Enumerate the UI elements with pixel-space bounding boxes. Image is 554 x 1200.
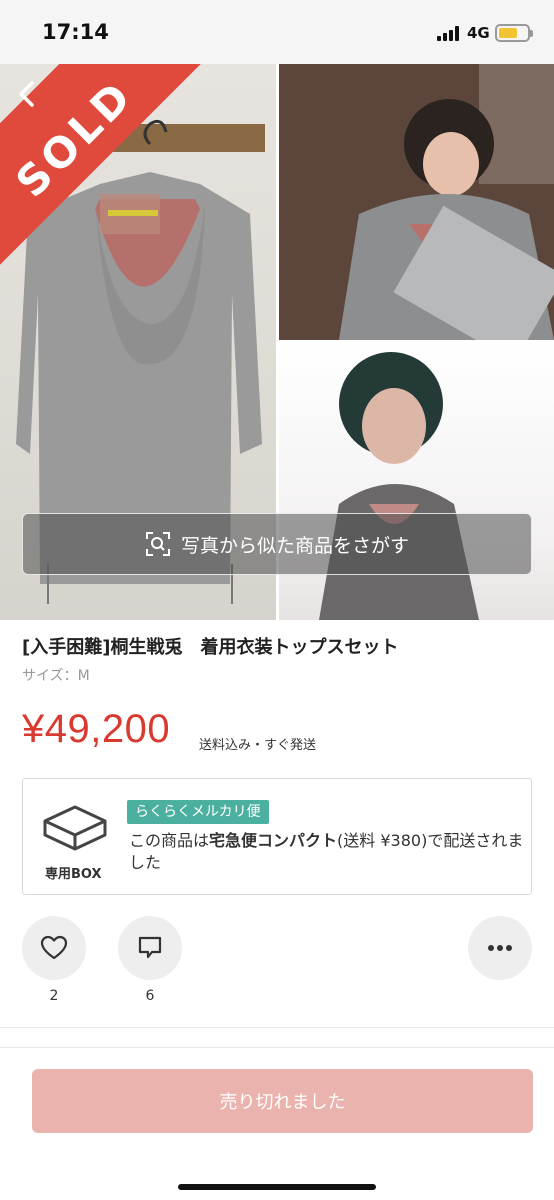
shipping-info-card: 専用BOX らくらくメルカリ便 この商品は宅急便コンパクト(送料 ¥380)で配… <box>22 778 532 895</box>
back-button[interactable] <box>12 78 44 110</box>
divider <box>0 1027 554 1028</box>
image-search-label: 写真から似た商品をさがす <box>180 534 409 557</box>
divider <box>0 1047 554 1048</box>
more-dots-icon <box>488 945 512 951</box>
signal-icon <box>437 26 463 41</box>
shipping-desc-prefix: この商品は <box>129 831 210 850</box>
battery-icon <box>495 24 533 42</box>
shipping-note: 送料込み・すぐ発送 <box>199 738 317 753</box>
photo-gallery[interactable]: SOLD 写真から似た商品をさがす <box>0 64 554 620</box>
comment-button[interactable] <box>118 916 182 980</box>
product-size: サイズ：M <box>22 668 90 684</box>
home-indicator <box>178 1184 376 1190</box>
product-photo-wearing-1[interactable] <box>279 64 554 340</box>
comment-count: 6 <box>145 988 155 1004</box>
heart-icon <box>40 935 68 960</box>
like-count: 2 <box>49 988 59 1004</box>
more-options-button[interactable] <box>468 916 532 980</box>
comment-icon <box>138 936 162 959</box>
box-icon <box>43 805 107 851</box>
shipping-description: この商品は宅急便コンパクト(送料 ¥380)で配送されました <box>129 830 524 874</box>
image-search-button[interactable]: 写真から似た商品をさがす <box>22 513 532 575</box>
sold-out-button[interactable]: 売り切れました <box>32 1069 533 1133</box>
status-time: 17:14 <box>42 20 109 44</box>
status-bar: 17:14 4G <box>0 0 554 64</box>
person-photo-illustration <box>319 352 479 620</box>
image-search-icon <box>145 532 170 556</box>
product-title: [入手困難]桐生戦兎 着用衣装トップスセット <box>22 637 399 658</box>
like-button[interactable] <box>22 916 86 980</box>
product-photo-wearing-2[interactable] <box>279 344 554 620</box>
network-label: 4G <box>467 24 490 42</box>
shipping-service-badge: らくらくメルカリ便 <box>127 800 269 824</box>
chevron-left-icon <box>19 81 34 107</box>
product-price: ¥49,200 <box>22 707 171 751</box>
person-photo-illustration <box>279 64 554 340</box>
box-label: 専用BOX <box>45 867 102 882</box>
shipping-method: 宅急便コンパクト <box>209 831 338 850</box>
